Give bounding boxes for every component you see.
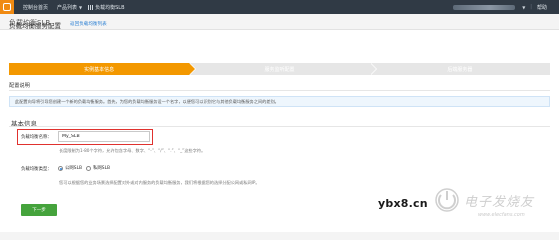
step-backend-servers: 后端服务器 [369, 63, 550, 75]
watermark-url: ybx8.cn [378, 197, 428, 210]
slb-name-input[interactable] [58, 131, 150, 142]
divider [9, 126, 550, 127]
grid-icon [88, 4, 94, 10]
step-label: 服务监听配置 [264, 66, 295, 73]
radio-private-slb[interactable]: 私网SLB [86, 165, 110, 171]
radio-public-label: 公网SLB [65, 166, 83, 171]
step-instance-info: 实例基本信息 [9, 63, 197, 75]
divider: | [530, 4, 532, 10]
help-link[interactable]: 帮助 [537, 4, 547, 11]
name-label: 负载均衡名称： [21, 135, 52, 140]
config-section-label: 配置说明 [9, 83, 30, 89]
account-name-blurred[interactable] [453, 4, 516, 10]
nav-current-product-label: 负载均衡SLB [95, 4, 125, 11]
wizard-steps: 实例基本信息 服务监听配置 后端服务器 [9, 63, 550, 75]
watermark-sub: www.elecfans.com [478, 212, 525, 218]
nav-product-list-label: 产品列表 [57, 4, 78, 11]
nav-current-product[interactable]: 负载均衡SLB [88, 4, 125, 11]
radio-public-slb[interactable]: 公网SLB [58, 165, 82, 171]
top-right-area: ▼ | 帮助 [453, 0, 547, 14]
elecfans-logo-icon [435, 188, 459, 212]
config-notice: 此配置向导将引导您创建一个新的负载均衡服务。首先，为您的负载均衡服务设一个名字，… [9, 96, 550, 107]
chevron-down-icon: ▼ [79, 4, 83, 10]
watermark-brand: 电子发烧友 [464, 195, 535, 210]
top-nav-bar: 控制台首页 产品列表 ▼ 负载均衡SLB ▼ | 帮助 [0, 0, 559, 14]
step-label: 后端服务器 [447, 66, 473, 73]
radio-private-label: 私网SLB [93, 166, 111, 171]
type-hint: 您可以根据您的业务场景选择配置对外或对内服务的负载均衡服务，我们将根据您的选择分… [59, 180, 260, 185]
nav-product-list[interactable]: 产品列表 ▼ [57, 4, 82, 11]
radio-button[interactable] [86, 165, 91, 171]
next-step-button[interactable]: 下一步 [21, 204, 57, 216]
step-label: 实例基本信息 [84, 66, 115, 73]
config-title: 负载均衡服务配置 [9, 22, 61, 30]
nav-console-home[interactable]: 控制台首页 [23, 4, 48, 11]
account-chevron-icon[interactable]: ▼ [522, 5, 525, 10]
aliyun-logo-icon[interactable] [0, 0, 14, 14]
watermark: ybx8.cn 电子发烧友 www.elecfans.com [378, 187, 550, 229]
step-listener-config: 服务监听配置 [189, 63, 377, 75]
divider [9, 90, 550, 91]
radio-button-checked[interactable] [58, 165, 63, 171]
name-hint: 长度限制为1-80个字符，允许包含字母、数字、“-”、“/”、“.”、“_”这些… [59, 148, 206, 153]
back-to-list-link[interactable]: 返回负载均衡列表 [70, 21, 107, 27]
config-notice-text: 此配置向导将引导您创建一个新的负载均衡服务。首先，为您的负载均衡服务设一个名字，… [15, 98, 279, 104]
type-label: 负载均衡类型： [21, 167, 52, 172]
